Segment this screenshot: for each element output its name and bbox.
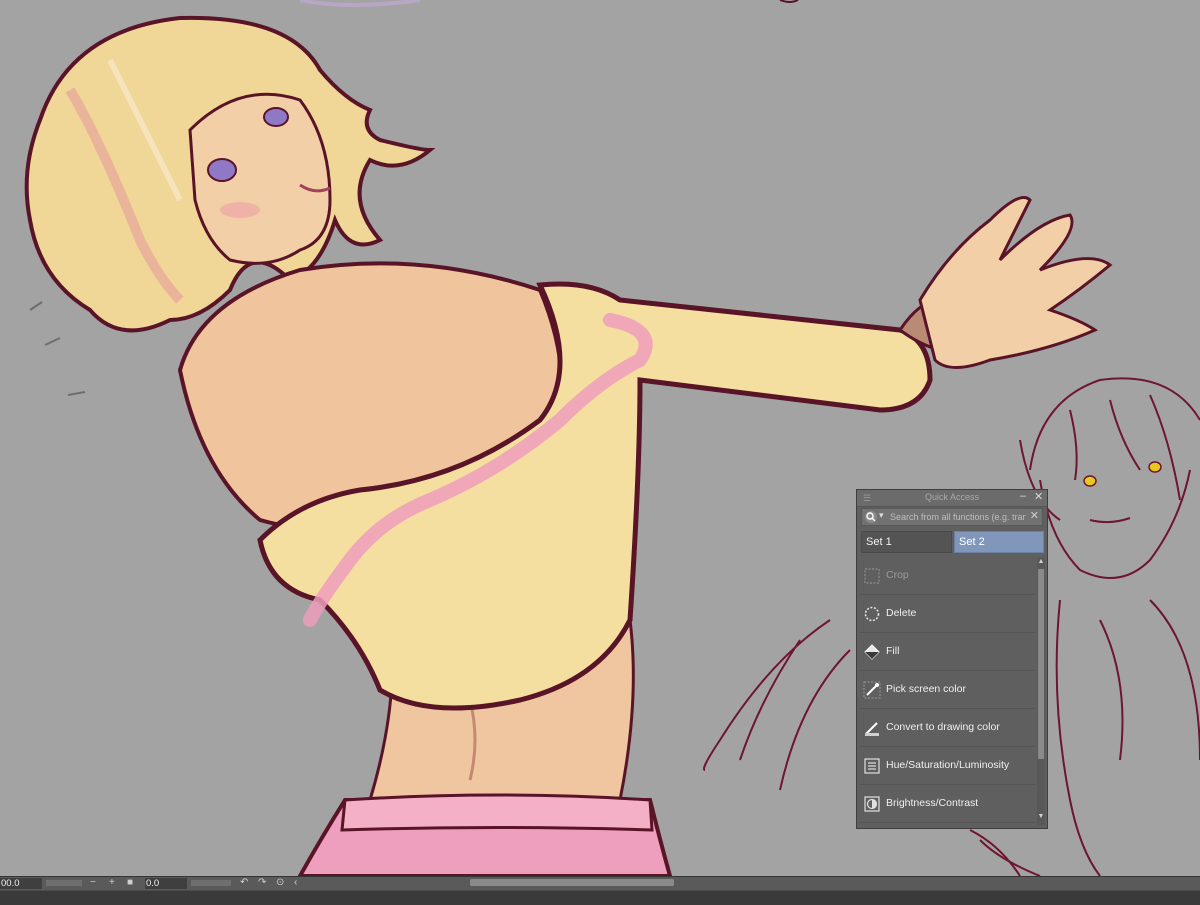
character-skirt <box>297 793 673 876</box>
quick-access-list: Crop Delete Fill Pick screen color Conve… <box>859 557 1037 825</box>
close-icon[interactable]: ✕ <box>1034 490 1043 503</box>
zoom-field[interactable]: 00.0 <box>0 878 42 889</box>
item-label: Crop <box>886 569 909 581</box>
fill-icon <box>864 644 880 660</box>
status-bar: 00.0 − + ■ 0.0 ↶ ↷ ⊙ ‹ <box>0 876 1200 905</box>
horizontal-scrollbar-thumb[interactable] <box>470 879 674 886</box>
tab-set-2[interactable]: Set 2 <box>954 531 1044 553</box>
list-item-hue-saturation-luminosity[interactable]: Hue/Saturation/Luminosity <box>859 747 1035 785</box>
navigator-row: 00.0 − + ■ 0.0 ↶ ↷ ⊙ ‹ <box>0 877 1200 890</box>
item-label: Hue/Saturation/Luminosity <box>886 759 1010 771</box>
zoom-slider[interactable] <box>46 880 82 886</box>
scroll-up-icon[interactable]: ▲ <box>1037 558 1045 565</box>
minimize-icon[interactable]: – <box>1020 490 1026 502</box>
convert-color-icon <box>865 722 879 736</box>
function-search-input[interactable] <box>890 510 1026 524</box>
list-item-brightness-contrast[interactable]: Brightness/Contrast <box>859 785 1035 823</box>
item-label: Pick screen color <box>886 683 966 695</box>
function-search-box[interactable]: ▾ ✕ <box>861 508 1043 526</box>
item-label: Brightness/Contrast <box>886 797 979 809</box>
character-face <box>188 92 332 265</box>
quick-access-panel[interactable]: ☰ Quick Access – ✕ ▾ ✕ Set 1 Set 2 Crop … <box>856 489 1048 829</box>
zoom-out-icon[interactable]: − <box>90 877 96 889</box>
delete-icon <box>864 606 880 622</box>
status-row <box>0 891 1200 905</box>
set-tabs: Set 1 Set 2 <box>861 531 1044 553</box>
rotation-slider[interactable] <box>191 880 231 886</box>
list-item-crop[interactable]: Crop <box>859 557 1035 595</box>
fit-screen-icon[interactable]: ■ <box>127 877 133 889</box>
search-icon[interactable] <box>864 510 878 524</box>
chevron-down-icon[interactable]: ▾ <box>879 510 884 521</box>
rotate-right-icon[interactable]: ↷ <box>258 877 266 889</box>
quick-access-title: Quick Access <box>924 492 980 502</box>
quick-access-scrollbar[interactable]: ▲ ▼ <box>1037 557 1045 825</box>
scroll-down-icon[interactable]: ▼ <box>1037 813 1045 820</box>
reset-rotation-icon[interactable]: ⊙ <box>276 877 284 889</box>
list-item-convert-to-drawing-color[interactable]: Convert to drawing color <box>859 709 1035 747</box>
list-item-fill[interactable]: Fill <box>859 633 1035 671</box>
eyedropper-icon <box>863 681 881 699</box>
list-item-pick-screen-color[interactable]: Pick screen color <box>859 671 1035 709</box>
rotate-left-icon[interactable]: ↶ <box>240 877 248 889</box>
list-item-delete[interactable]: Delete <box>859 595 1035 633</box>
brightness-contrast-icon <box>864 796 880 812</box>
rotation-field[interactable]: 0.0 <box>145 878 187 889</box>
crop-icon <box>864 568 880 584</box>
quick-access-titlebar[interactable]: ☰ Quick Access – ✕ <box>857 490 1047 507</box>
item-label: Delete <box>886 607 917 619</box>
item-label: Fill <box>886 645 900 657</box>
hue-saturation-icon <box>864 758 880 774</box>
zoom-in-icon[interactable]: + <box>109 877 115 889</box>
scroll-left-icon[interactable]: ‹ <box>294 877 297 889</box>
item-label: Convert to drawing color <box>886 721 1000 733</box>
scrollbar-thumb[interactable] <box>1038 569 1044 759</box>
tab-set-1[interactable]: Set 1 <box>861 531 952 553</box>
clear-search-icon[interactable]: ✕ <box>1030 509 1039 522</box>
